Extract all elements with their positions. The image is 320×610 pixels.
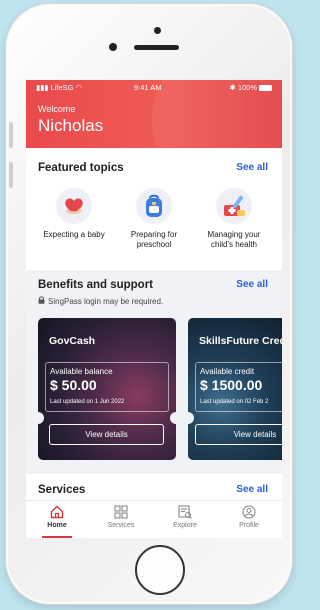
battery-status: ✱ 100% bbox=[230, 83, 272, 92]
featured-see-all-link[interactable]: See all bbox=[236, 162, 268, 173]
card-notch bbox=[32, 412, 44, 424]
services-section: Services See all bbox=[26, 474, 282, 500]
app-header: ▮▮▮ LifeSG ◠ 9:41 AM ✱ 100% Welcome Nich… bbox=[26, 80, 282, 148]
app-screen: ▮▮▮ LifeSG ◠ 9:41 AM ✱ 100% Welcome Nich… bbox=[26, 80, 282, 538]
bottom-tab-bar: Home Services Explore Profile bbox=[26, 500, 282, 538]
card-title: SkillsFuture Cred bbox=[199, 335, 282, 347]
user-name: Nicholas bbox=[38, 116, 104, 135]
card-title: GovCash bbox=[49, 335, 96, 347]
home-button[interactable] bbox=[135, 545, 185, 595]
tab-explore[interactable]: Explore bbox=[160, 505, 210, 529]
topic-label: Expecting a baby bbox=[43, 230, 105, 239]
govcash-card[interactable]: GovCash Available balance $ 50.00 Last u… bbox=[38, 318, 176, 460]
side-button bbox=[9, 162, 13, 188]
status-time: 9:41 AM bbox=[134, 83, 162, 92]
side-button bbox=[9, 122, 13, 148]
credit-amount: $ 1500.00 bbox=[200, 377, 263, 393]
carrier-label: ▮▮▮ LifeSG ◠ bbox=[36, 83, 83, 92]
medical-kit-icon bbox=[216, 188, 252, 224]
heart-hands-icon bbox=[56, 188, 92, 224]
lock-icon bbox=[38, 296, 45, 306]
featured-topics-title: Featured topics bbox=[38, 162, 124, 174]
school-bag-icon bbox=[136, 188, 172, 224]
services-title: Services bbox=[38, 484, 86, 496]
profile-icon bbox=[242, 505, 256, 519]
card-notch bbox=[170, 412, 182, 424]
status-bar: ▮▮▮ LifeSG ◠ 9:41 AM ✱ 100% bbox=[26, 82, 282, 96]
singpass-note: SingPass login may be required. bbox=[38, 296, 163, 306]
battery-icon bbox=[259, 84, 272, 91]
last-updated: Last updated on 1 Jun 2022 bbox=[50, 399, 125, 405]
tab-profile[interactable]: Profile bbox=[224, 505, 274, 529]
topic-label: Preparing for preschool bbox=[130, 230, 178, 249]
explore-icon bbox=[178, 505, 192, 519]
view-details-button[interactable]: View details bbox=[195, 424, 282, 445]
topic-preparing-preschool[interactable]: Preparing for preschool bbox=[114, 188, 194, 250]
topic-expecting-baby[interactable]: Expecting a baby bbox=[34, 188, 114, 240]
front-camera bbox=[154, 27, 161, 34]
featured-topics-section: Featured topics See all Expecting a baby bbox=[26, 148, 282, 268]
balance-label: Available balance bbox=[50, 367, 113, 376]
credit-box: Available credit $ 1500.00 Last updated … bbox=[195, 362, 282, 412]
card-notch bbox=[182, 412, 194, 424]
balance-amount: $ 50.00 bbox=[50, 377, 97, 393]
balance-box: Available balance $ 50.00 Last updated o… bbox=[45, 362, 169, 412]
skillsfuture-card[interactable]: SkillsFuture Cred Available credit $ 150… bbox=[188, 318, 282, 460]
services-see-all-link[interactable]: See all bbox=[236, 484, 268, 495]
tab-home[interactable]: Home bbox=[32, 505, 82, 529]
earpiece-speaker bbox=[134, 45, 179, 50]
view-details-button[interactable]: View details bbox=[49, 424, 164, 445]
grid-icon bbox=[114, 505, 128, 519]
welcome-text: Welcome bbox=[38, 104, 76, 114]
last-updated: Last updated on 02 Feb 2 bbox=[200, 399, 269, 405]
active-tab-indicator bbox=[42, 536, 72, 538]
topic-child-health[interactable]: Managing your child's health bbox=[194, 188, 274, 250]
tab-services[interactable]: Services bbox=[96, 505, 146, 529]
credit-label: Available credit bbox=[200, 367, 255, 376]
topic-label: Managing your child's health bbox=[207, 230, 261, 249]
home-icon bbox=[50, 505, 64, 519]
benefits-see-all-link[interactable]: See all bbox=[236, 279, 268, 290]
benefits-section: Benefits and support See all SingPass lo… bbox=[26, 270, 282, 474]
benefits-title: Benefits and support bbox=[38, 279, 154, 291]
sensor-dot bbox=[109, 43, 117, 51]
